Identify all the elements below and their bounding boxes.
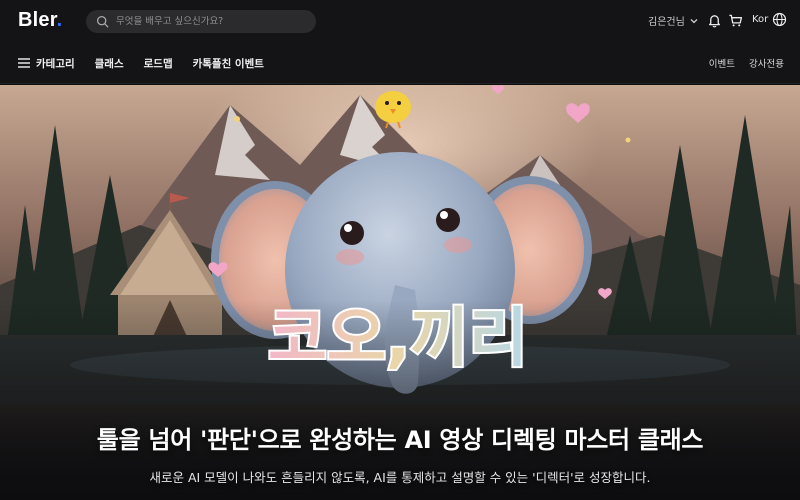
search-bar[interactable]	[86, 10, 316, 33]
artwork-text: 코오,끼리	[268, 302, 528, 376]
nav-item-roadmap[interactable]: 로드맵	[144, 56, 173, 71]
nav-link-event[interactable]: 이벤트	[709, 56, 735, 70]
language-label: Kor	[752, 14, 769, 25]
nav-item-class[interactable]: 클래스	[95, 56, 124, 71]
nav-item-category[interactable]: 카테고리	[18, 56, 75, 71]
logo-dot: .	[56, 9, 63, 31]
language-selector[interactable]: Kor	[752, 12, 787, 27]
search-icon	[96, 15, 109, 28]
logo-text: Bler	[18, 9, 57, 31]
nav-item-label: 카테고리	[36, 57, 75, 70]
main-nav: 카테고리 클래스 로드맵 카톡플친 이벤트 이벤트 강사전용	[0, 42, 800, 84]
nav-item-label: 로드맵	[143, 57, 173, 70]
nav-item-kakao-event[interactable]: 카톡플친 이벤트	[193, 56, 264, 71]
hero-subtitle: 새로운 AI 모델이 나와도 흔들리지 않도록, AI를 통제하고 설명할 수 …	[149, 470, 651, 485]
hero-title: 툴을 넘어 '판단'으로 완성하는 AI 영상 디렉팅 마스터 클래스	[96, 426, 704, 454]
hero-banner[interactable]: 코오,끼리 툴을 넘어 '판단'으로 완성하는 AI 영상 디렉팅 마스터 클래…	[0, 85, 800, 500]
logo[interactable]: Bler.	[18, 9, 62, 32]
user-name: 김은건님	[648, 17, 685, 28]
globe-icon	[773, 12, 787, 27]
nav-item-label: 클래스	[94, 57, 124, 70]
cart-button[interactable]	[727, 12, 743, 28]
user-menu[interactable]: 김은건님	[648, 13, 699, 28]
nav-item-label: 카톡플친 이벤트	[192, 57, 264, 70]
bell-icon	[708, 14, 720, 27]
menu-icon	[18, 58, 30, 68]
notification-button[interactable]	[706, 12, 722, 28]
nav-link-instructor[interactable]: 강사전용	[749, 56, 784, 70]
chevron-down-icon	[690, 18, 698, 23]
top-header: Bler. 김은건님 Kor	[0, 0, 800, 42]
cart-icon	[728, 14, 742, 26]
search-input[interactable]	[116, 16, 306, 27]
